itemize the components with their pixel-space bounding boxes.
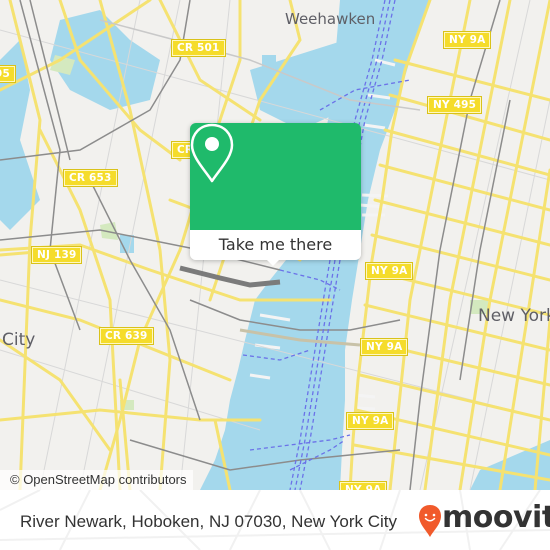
take-me-there-button[interactable]: Take me there [190, 230, 361, 260]
map[interactable]: Weehawken New York City CR 501 NY 9A 95 … [0, 0, 550, 490]
popup-tail [266, 259, 280, 266]
road-shield-ny9a: NY 9A [442, 31, 492, 49]
road-shield-cr639: CR 639 [99, 327, 154, 345]
road-shield-nj139: NJ 139 [30, 246, 83, 264]
moovit-logo-icon [419, 505, 441, 537]
road-shield-cr501: CR 501 [171, 39, 226, 57]
map-pin-icon [190, 123, 234, 183]
road-shield-ny9a: NY 9A [338, 481, 388, 490]
road-shield-cr653: CR 653 [63, 169, 118, 187]
road-shield-ny9a: NY 9A [345, 412, 395, 430]
road-shield-ny9a: NY 9A [359, 338, 409, 356]
location-popup: Take me there [190, 123, 361, 266]
map-attribution[interactable]: © OpenStreetMap contributors [0, 470, 193, 490]
road-shield-95: 95 [0, 65, 17, 83]
road-shield-ny495: NY 495 [426, 96, 483, 114]
popup-header [190, 123, 361, 230]
popup-footer: Take me there [190, 230, 361, 260]
place-label-weehawken: Weehawken [285, 10, 376, 28]
place-label-new-york: New York [478, 306, 550, 326]
road-shield-ny9a: NY 9A [364, 262, 414, 280]
moovit-logo-text: moovit [442, 500, 550, 535]
address-text: River Newark, Hoboken, NJ 07030, New Yor… [20, 512, 397, 531]
footer: River Newark, Hoboken, NJ 07030, New Yor… [0, 490, 550, 550]
place-label-city: City [2, 330, 36, 350]
